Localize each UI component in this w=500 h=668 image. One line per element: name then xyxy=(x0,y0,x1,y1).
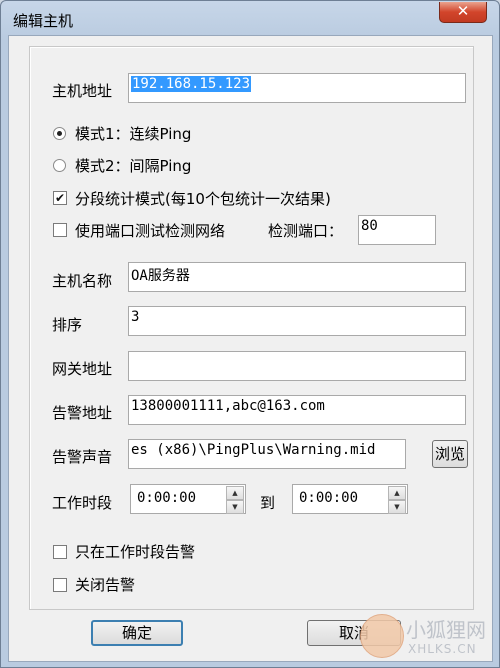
work-end-value: 0:00:00 xyxy=(299,490,359,506)
host-name-label: 主机名称 xyxy=(52,272,113,290)
mode2-label: 模式2：间隔Ping xyxy=(75,157,192,175)
disable-alert-checkbox[interactable] xyxy=(53,578,67,592)
work-period-to-label: 到 xyxy=(260,494,276,512)
spin-up-icon[interactable]: ▲ xyxy=(388,486,406,500)
alert-address-value: 13800001111,abc@163.com xyxy=(131,398,325,414)
work-end-spinner[interactable]: 0:00:00 ▲ ▼ xyxy=(292,484,408,514)
port-label: 检测端口： xyxy=(268,222,344,240)
spin-down-icon[interactable]: ▼ xyxy=(388,500,406,514)
work-start-value: 0:00:00 xyxy=(137,490,197,506)
mode2-radio[interactable] xyxy=(53,159,66,172)
host-address-value: 192.168.15.123 xyxy=(131,76,252,92)
gateway-input[interactable] xyxy=(128,351,466,381)
port-value: 80 xyxy=(361,218,378,234)
ok-label: 确定 xyxy=(121,624,152,642)
order-label: 排序 xyxy=(52,316,83,334)
work-start-spinner[interactable]: 0:00:00 ▲ ▼ xyxy=(130,484,246,514)
work-period-label: 工作时段 xyxy=(52,494,113,512)
only-work-alert-checkbox[interactable] xyxy=(53,545,67,559)
alert-sound-label: 告警声音 xyxy=(52,448,113,466)
alert-sound-value: es (x86)\PingPlus\Warning.mid xyxy=(131,442,376,458)
host-name-value: OA服务器 xyxy=(131,268,190,284)
host-address-input[interactable]: 192.168.15.123 xyxy=(128,73,466,103)
watermark-text: 小狐狸网 xyxy=(406,618,486,642)
host-address-label: 主机地址 xyxy=(52,82,113,100)
window-title: 编辑主机 xyxy=(13,12,74,30)
gateway-label: 网关地址 xyxy=(52,360,113,378)
segment-stats-checkbox[interactable]: ✔ xyxy=(53,191,67,205)
only-work-alert-label: 只在工作时段告警 xyxy=(75,543,196,561)
fox-icon xyxy=(360,614,404,658)
browse-label: 浏览 xyxy=(434,445,465,463)
order-value: 3 xyxy=(131,309,140,325)
alert-address-label: 告警地址 xyxy=(52,404,113,422)
close-button[interactable]: ✕ xyxy=(439,2,487,23)
spin-down-icon[interactable]: ▼ xyxy=(226,500,244,514)
disable-alert-label: 关闭告警 xyxy=(75,576,136,594)
port-test-checkbox[interactable] xyxy=(53,223,67,237)
watermark-logo: 小狐狸网 XHLKS.CN xyxy=(360,608,500,668)
dialog-window: 编辑主机 ✕ 主机地址 192.168.15.123 模式1：连续Ping 模式… xyxy=(0,0,500,668)
segment-stats-label: 分段统计模式(每10个包统计一次结果) xyxy=(75,190,331,208)
checkmark-icon: ✔ xyxy=(54,191,66,205)
mode1-label: 模式1：连续Ping xyxy=(75,125,192,143)
port-input[interactable]: 80 xyxy=(358,215,436,245)
mode1-radio[interactable] xyxy=(53,127,66,140)
settings-group: 主机地址 192.168.15.123 模式1：连续Ping 模式2：间隔Pin… xyxy=(29,46,474,610)
ok-button[interactable]: 确定 xyxy=(91,620,183,646)
spin-up-icon[interactable]: ▲ xyxy=(226,486,244,500)
alert-address-input[interactable]: 13800001111,abc@163.com xyxy=(128,395,466,425)
port-test-label: 使用端口测试检测网络 xyxy=(75,222,226,240)
order-input[interactable]: 3 xyxy=(128,306,466,336)
dialog-body: 主机地址 192.168.15.123 模式1：连续Ping 模式2：间隔Pin… xyxy=(8,35,493,662)
title-bar[interactable]: 编辑主机 ✕ xyxy=(1,1,499,35)
browse-button[interactable]: 浏览 xyxy=(432,440,468,468)
host-name-input[interactable]: OA服务器 xyxy=(128,262,466,292)
watermark-subtext: XHLKS.CN xyxy=(408,642,477,656)
close-icon: ✕ xyxy=(456,2,470,20)
alert-sound-input[interactable]: es (x86)\PingPlus\Warning.mid xyxy=(128,439,406,469)
